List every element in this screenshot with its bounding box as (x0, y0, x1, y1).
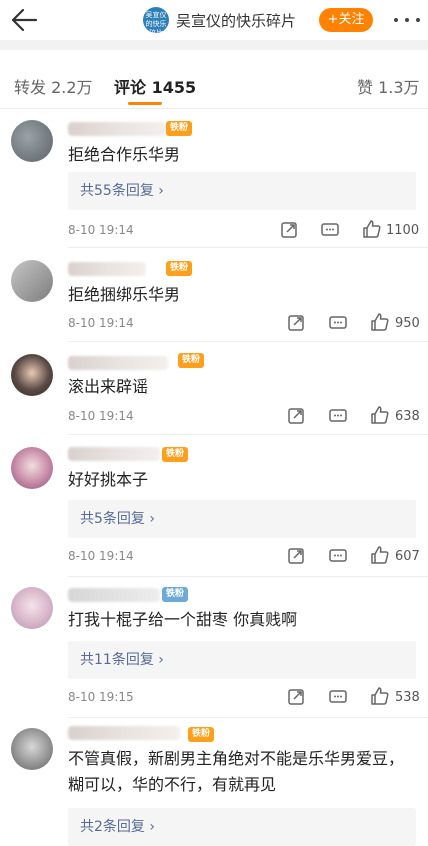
comment-text: 拒绝合作乐华男 (68, 145, 181, 164)
comment-time: 8-10 19:14 (68, 549, 134, 563)
account-avatar[interactable]: 吴宣仪的快乐碎片 (143, 7, 169, 33)
like-icon[interactable] (370, 312, 390, 332)
back-arrow-icon[interactable] (8, 6, 40, 34)
username[interactable] (68, 356, 168, 370)
like-icon[interactable] (362, 219, 382, 239)
comment-text: 打我十棍子给一个甜枣 你真贱啊 (68, 610, 298, 629)
username[interactable] (68, 447, 160, 461)
reply-icon[interactable] (328, 687, 348, 707)
comment-time: 8-10 19:14 (68, 409, 134, 423)
tab-active-indicator (128, 102, 162, 105)
reply-icon[interactable] (320, 220, 340, 240)
more-options-icon[interactable] (392, 8, 422, 30)
page-title: 吴宣仪的快乐碎片 (176, 12, 297, 30)
repost-icon[interactable] (286, 687, 306, 707)
follow-button[interactable]: +关注 (319, 8, 373, 32)
comment-time: 8-10 19:15 (68, 690, 134, 704)
username[interactable] (68, 588, 160, 602)
avatar[interactable] (11, 260, 53, 302)
fan-badge: 铁粉 (166, 121, 193, 136)
like-count: 538 (395, 690, 420, 705)
replies-label: 共11条回复 › (80, 652, 164, 668)
reply-icon[interactable] (328, 546, 348, 566)
fan-badge: 铁粉 (166, 261, 193, 276)
like-icon[interactable] (370, 405, 390, 425)
fan-badge: 铁粉 (188, 727, 215, 742)
avatar[interactable] (11, 587, 53, 629)
avatar[interactable] (11, 354, 53, 396)
like-icon[interactable] (370, 545, 390, 565)
like-count: 950 (395, 316, 420, 331)
comment-divider (68, 576, 428, 577)
username[interactable] (68, 122, 166, 136)
replies-link[interactable]: 共2条回复 › (68, 808, 416, 846)
comment-time: 8-10 19:14 (68, 223, 134, 237)
avatar[interactable] (11, 728, 53, 770)
comment-item: 铁粉 不管真假，新剧男主角绝对不能是乐华男爱豆，糊可以，华的不行，有就再见 共2… (0, 720, 428, 846)
replies-link[interactable]: 共55条回复 › (68, 172, 416, 210)
comment-text: 滚出来辟谣 (68, 377, 149, 396)
fan-badge: 铁粉 (162, 587, 189, 602)
header-divider-band (0, 40, 428, 50)
like-count: 1100 (386, 223, 420, 238)
repost-icon[interactable] (286, 546, 306, 566)
comment-divider (68, 717, 428, 718)
repost-icon[interactable] (279, 220, 299, 240)
repost-icon[interactable] (286, 313, 306, 333)
replies-link[interactable]: 共11条回复 › (68, 641, 416, 679)
comment-divider (68, 434, 428, 435)
replies-label: 共5条回复 › (80, 511, 155, 527)
replies-label: 共2条回复 › (80, 819, 155, 835)
comment-divider (68, 247, 428, 248)
comment-item: 铁粉 拒绝合作乐华男 共55条回复 › 8-10 19:14 1100 (0, 110, 428, 250)
comment-item: 铁粉 拒绝捆绑乐华男 8-10 19:14 950 (0, 250, 428, 342)
like-count: 607 (395, 549, 420, 564)
like-icon[interactable] (370, 686, 390, 706)
reply-icon[interactable] (328, 406, 348, 426)
reply-icon[interactable] (328, 313, 348, 333)
comment-item: 铁粉 打我十棍子给一个甜枣 你真贱啊 共11条回复 › 8-10 19:15 5… (0, 579, 428, 719)
comment-divider (68, 341, 428, 342)
tab-comments[interactable]: 评论 1455 (114, 74, 196, 98)
comment-text: 拒绝捆绑乐华男 (68, 285, 181, 304)
avatar[interactable] (11, 447, 53, 489)
comment-item: 铁粉 好好挑本子 共5条回复 › 8-10 19:14 607 (0, 437, 428, 577)
fan-badge: 铁粉 (178, 353, 205, 368)
replies-link[interactable]: 共5条回复 › (68, 500, 416, 538)
tab-likes[interactable]: 赞 1.3万 (357, 74, 420, 98)
username[interactable] (68, 262, 146, 276)
username[interactable] (68, 726, 180, 740)
tab-bar: 转发 2.2万 评论 1455 赞 1.3万 (0, 50, 428, 109)
avatar[interactable] (11, 120, 53, 162)
comment-item: 铁粉 滚出来辟谣 8-10 19:14 638 (0, 344, 428, 436)
top-bar: 吴宣仪的快乐碎片 吴宣仪的快乐碎片 +关注 (0, 0, 428, 40)
account-avatar-text: 吴宣仪的快乐碎片 (145, 11, 167, 33)
repost-icon[interactable] (286, 406, 306, 426)
comment-time: 8-10 19:14 (68, 316, 134, 330)
replies-label: 共55条回复 › (80, 183, 164, 199)
comment-text: 好好挑本子 (68, 470, 149, 489)
tab-reposts[interactable]: 转发 2.2万 (14, 74, 93, 98)
fan-badge: 铁粉 (162, 447, 189, 462)
like-count: 638 (395, 409, 420, 424)
comment-text: 不管真假，新剧男主角绝对不能是乐华男爱豆，糊可以，华的不行，有就再见 (68, 749, 405, 794)
